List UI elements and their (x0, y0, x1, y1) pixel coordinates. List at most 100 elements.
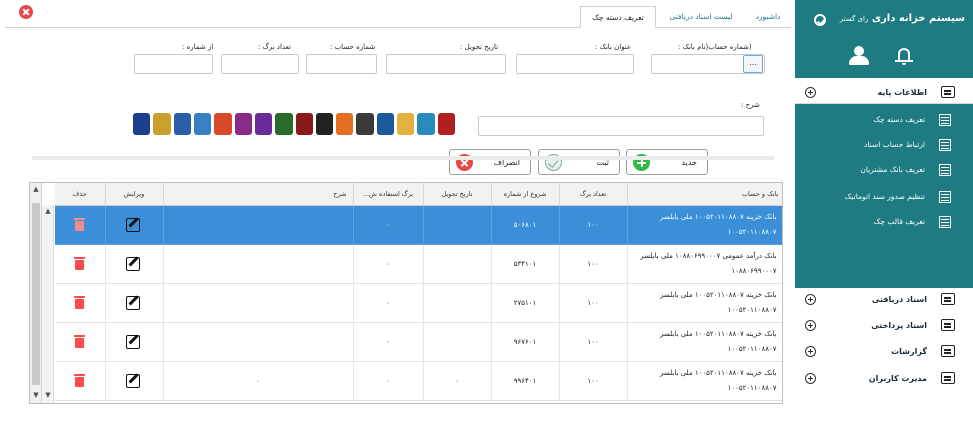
bank-cell: بانک درآمد عمومی ۱۰۸۸۰۶۹۹۰۰۰۷ ملی بابلسر… (627, 244, 782, 284)
scroll-down-icon[interactable]: ▼ (44, 391, 52, 399)
bank-logo-icon[interactable] (295, 113, 313, 135)
scroll-up-icon[interactable]: ▲ (32, 185, 40, 193)
sidebar-item-account-link[interactable]: ارتباط حساب اسناد (795, 135, 973, 157)
bell-icon[interactable] (895, 46, 913, 66)
sidebar-item-auto-voucher[interactable]: تنظیم صدور سند اتوماتیک (795, 187, 973, 209)
used-cell: ۰ (353, 322, 424, 362)
trash-icon[interactable] (74, 217, 86, 231)
table-row[interactable]: ۰ ۵۰۶۸۰۱ ۱۰۰ بانک خزینه ۱۰۰۵۲۰۱۱۰۸۸۰۷ مل… (55, 205, 782, 245)
save-button[interactable]: ثبت (538, 149, 620, 175)
sidebar-item-customer-bank[interactable]: تعریف بانک مشتریان (795, 160, 973, 182)
grid-scrollbar-outer[interactable]: ▲ ▼ (30, 183, 42, 403)
edit-icon[interactable] (126, 333, 142, 349)
expand-icon[interactable] (805, 320, 816, 331)
bank-logo-icon[interactable] (153, 113, 171, 135)
delivery-date-input[interactable] (386, 54, 506, 74)
expand-icon[interactable] (805, 346, 816, 357)
new-button[interactable]: جدید (626, 149, 708, 175)
trash-icon[interactable] (74, 295, 86, 309)
branch-label: عنوان بانک : (595, 43, 632, 51)
section-label: اسناد دریافتی (871, 295, 927, 304)
sheet-count-input[interactable] (221, 54, 299, 74)
bank-logo-icon[interactable] (336, 113, 354, 135)
table-row[interactable]: ۰ ۰ ۰ ۹۹۶۴۰۱ ۱۰۰ بانک خزینه ۱۰۰۵۲۰۱۱۰۸۸۰… (55, 361, 782, 401)
edit-icon[interactable] (126, 294, 142, 310)
sidebar-item-label: تعریف دسته چک (873, 115, 925, 124)
grid-icon (939, 191, 951, 203)
bank-logo-icon[interactable] (173, 113, 191, 135)
branch-input[interactable] (516, 54, 634, 74)
edit-cell (105, 244, 164, 284)
grid-icon (939, 164, 951, 176)
account-number-input[interactable] (306, 54, 377, 74)
bank-logo-icon[interactable] (275, 113, 293, 135)
edit-cell (105, 361, 164, 401)
start-cell: ۲۷۵۱۰۱ (491, 283, 560, 323)
report-icon (941, 345, 955, 357)
sidebar-section-reports[interactable]: گزارشات (795, 341, 973, 363)
grid-scrollbar-inner[interactable]: ▲ ▼ (42, 205, 54, 403)
sidebar-item-label: تعریف قالب چک (873, 217, 925, 226)
user-icon[interactable] (847, 46, 871, 66)
from-number-input[interactable] (134, 54, 213, 74)
header-edit[interactable]: ویرایش (105, 183, 164, 206)
used-cell: ۰ (353, 283, 424, 323)
account-lookup-button[interactable]: ... (743, 55, 763, 73)
tab-received-docs[interactable]: لیست اسناد دریافتی (658, 6, 744, 28)
table-row[interactable]: ۰ ۲۷۵۱۰۱ ۱۰۰ بانک خزینه ۱۰۰۵۲۰۱۱۰۸۸۰۷ مل… (55, 283, 782, 323)
header-delivery[interactable]: تاریخ تحویل (423, 183, 492, 206)
table-row[interactable]: ۰ ۵۳۴۱۰۱ ۱۰۰ بانک درآمد عمومی ۱۰۸۸۰۶۹۹۰۰… (55, 244, 782, 284)
trash-icon[interactable] (74, 373, 86, 387)
edit-icon[interactable] (126, 216, 142, 232)
edit-icon[interactable] (126, 372, 142, 388)
tab-check-book[interactable]: تعریف دسته چک (580, 6, 656, 28)
sidebar-section-users[interactable]: مدیرت کاربران (795, 368, 973, 390)
sidebar-section-paid-docs[interactable]: اسناد پرداختی (795, 315, 973, 337)
bank-logo-icon[interactable] (315, 113, 334, 135)
bank-logo-icon[interactable] (417, 113, 435, 135)
header-bank[interactable]: بانک و حساب (627, 183, 782, 206)
bank-logo-icon[interactable] (193, 113, 212, 135)
cancel-button[interactable]: انصراف (449, 149, 531, 175)
scroll-thumb[interactable] (32, 203, 40, 385)
sidebar-item-check-template[interactable]: تعریف قالب چک (795, 212, 973, 234)
header-delete[interactable]: حذف (55, 183, 106, 206)
divider (32, 156, 774, 160)
sidebar-section-received-docs[interactable]: اسناد دریافتی (795, 289, 973, 311)
expand-icon[interactable] (805, 373, 816, 384)
sidebar-item-check-book[interactable]: تعریف دسته چک (795, 110, 973, 132)
header-count[interactable]: تعداد برگ (559, 183, 628, 206)
bank-logo-icon[interactable] (234, 113, 252, 135)
bank-logo-icon[interactable] (376, 113, 395, 135)
app-logo-icon (814, 14, 826, 26)
close-window-button[interactable] (19, 5, 33, 19)
header-start[interactable]: شروع از شماره (491, 183, 560, 206)
bank-logo-icon[interactable] (437, 113, 455, 135)
scroll-down-icon[interactable]: ▼ (32, 391, 40, 399)
sidebar-section-basic-info[interactable]: اطلاعات پایه (795, 82, 973, 104)
start-cell: ۵۰۶۸۰۱ (491, 205, 560, 245)
bank-logo-icon[interactable] (356, 113, 374, 135)
section-label: اطلاعات پایه (877, 88, 927, 97)
table-row[interactable]: ۰ ۹۶۷۶۰۱ ۱۰۰ بانک خزینه ۱۰۰۵۲۰۱۱۰۸۸۰۷ مل… (55, 322, 782, 362)
check-book-grid: ▲ ▼ ▲ ▼ حذف ویرایش شرح برگ استفاده ش... … (29, 182, 783, 404)
expand-icon[interactable] (805, 87, 816, 98)
bank-logo-icon[interactable] (214, 113, 232, 135)
count-cell: ۱۰۰ (559, 322, 628, 362)
description-input[interactable] (478, 116, 764, 136)
document-icon (941, 319, 955, 331)
bank-logo-icon[interactable] (254, 113, 273, 135)
bank-logo-icon[interactable] (397, 113, 415, 135)
header-description[interactable]: شرح (163, 183, 354, 206)
delete-cell (55, 361, 106, 401)
tab-dashboard[interactable]: داشبورد (746, 6, 790, 28)
trash-icon[interactable] (74, 256, 86, 270)
expand-icon[interactable] (805, 294, 816, 305)
edit-icon[interactable] (126, 255, 142, 271)
description-label: شرح : (741, 101, 760, 109)
scroll-up-icon[interactable]: ▲ (44, 207, 52, 215)
trash-icon[interactable] (74, 334, 86, 348)
header-used[interactable]: برگ استفاده ش... (353, 183, 424, 206)
bank-logo-icon[interactable] (133, 113, 151, 135)
edit-cell (105, 283, 164, 323)
